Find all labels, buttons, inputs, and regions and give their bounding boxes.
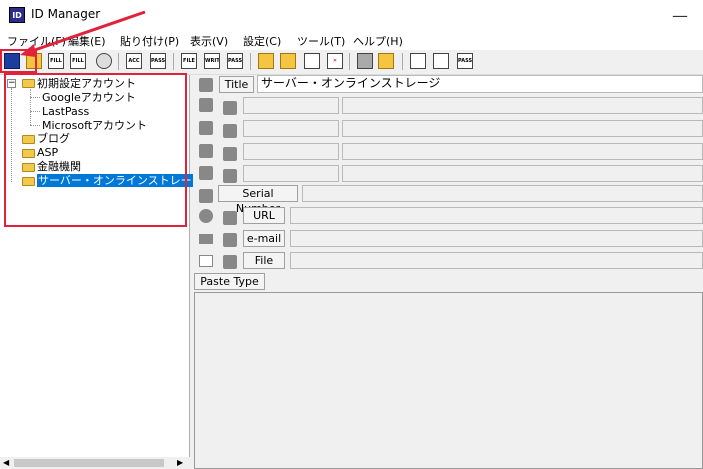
email-button[interactable]: e-mail xyxy=(243,230,285,247)
globe-icon[interactable] xyxy=(199,209,213,223)
menu-help[interactable]: ヘルプ(H) xyxy=(353,33,403,49)
window-up-icon[interactable] xyxy=(410,53,426,69)
serial-number-button[interactable]: Serial Number xyxy=(218,185,298,215)
title-bar xyxy=(0,0,703,30)
paste-icon[interactable] xyxy=(223,169,237,183)
window-edit-icon[interactable] xyxy=(433,53,449,69)
menu-paste[interactable]: 貼り付け(P) xyxy=(120,33,179,49)
extra-label-field-1[interactable] xyxy=(243,143,339,160)
url-button[interactable]: URL xyxy=(243,207,285,224)
new-folder-icon[interactable] xyxy=(258,53,274,69)
mail-icon[interactable] xyxy=(199,234,213,244)
folder-add-icon[interactable] xyxy=(280,53,296,69)
paste-icon[interactable] xyxy=(223,211,237,225)
file-field[interactable] xyxy=(290,252,703,269)
copy-icon[interactable] xyxy=(199,144,213,158)
copy-icon[interactable] xyxy=(199,166,213,180)
extra-label-field-2[interactable] xyxy=(243,165,339,182)
menu-file[interactable]: ファイル(F) xyxy=(7,33,66,49)
menu-settings[interactable]: 設定(C) xyxy=(243,33,281,49)
scroll-right-icon[interactable]: ▶ xyxy=(177,458,183,467)
serial-number-field[interactable] xyxy=(302,185,703,202)
acc-icon[interactable]: ACC xyxy=(126,53,142,69)
pass-write-icon[interactable]: PASS xyxy=(227,53,243,69)
id-label-field[interactable] xyxy=(243,97,339,114)
paste-type-button[interactable]: Paste Type xyxy=(194,273,265,290)
id-value-field[interactable] xyxy=(342,97,703,114)
paste-icon[interactable] xyxy=(223,101,237,115)
swap-icon[interactable] xyxy=(378,53,394,69)
mp-icon[interactable] xyxy=(357,53,373,69)
app-icon: ID xyxy=(9,7,25,23)
fill-icon[interactable]: FILL xyxy=(48,53,64,69)
scroll-left-icon[interactable]: ◀ xyxy=(3,458,9,467)
toolbar-separator xyxy=(402,53,403,70)
title-field[interactable]: サーバー・オンラインストレージ xyxy=(257,75,703,93)
printer-icon[interactable] xyxy=(96,53,112,69)
menu-edit[interactable]: 編集(E) xyxy=(68,33,106,49)
paste-icon[interactable] xyxy=(223,147,237,161)
file-icon[interactable]: FILE xyxy=(181,53,197,69)
memo-area[interactable] xyxy=(194,292,703,469)
toolbar-separator xyxy=(250,53,251,70)
toolbar-separator xyxy=(118,53,119,70)
toolbar-separator xyxy=(173,53,174,70)
menu-view[interactable]: 表示(V) xyxy=(190,33,228,49)
delete-icon[interactable]: ✕ xyxy=(327,53,343,69)
paste-icon[interactable] xyxy=(223,255,237,269)
scrollbar-thumb[interactable] xyxy=(14,459,164,467)
annotation-box-tree xyxy=(4,73,187,227)
pass-window-icon[interactable]: PASS xyxy=(457,53,473,69)
title-label-button[interactable]: Title xyxy=(219,76,254,93)
fill-icon-2[interactable]: FILL xyxy=(70,53,86,69)
file-button[interactable]: File xyxy=(243,252,285,269)
email-field[interactable] xyxy=(290,230,703,247)
write-icon[interactable]: WRITE xyxy=(204,53,220,69)
title-row-icon xyxy=(199,78,213,92)
pass-value-field[interactable] xyxy=(342,120,703,137)
pass-label-field[interactable] xyxy=(243,120,339,137)
note-icon[interactable] xyxy=(199,255,213,267)
extra-value-field-2[interactable] xyxy=(342,165,703,182)
menu-tools[interactable]: ツール(T) xyxy=(297,33,345,49)
minimize-button[interactable]: — xyxy=(672,6,688,25)
copy-icon[interactable] xyxy=(199,98,213,112)
extra-value-field-1[interactable] xyxy=(342,143,703,160)
pass-icon[interactable]: PASS xyxy=(150,53,166,69)
copy-icon[interactable] xyxy=(199,189,213,203)
url-field[interactable] xyxy=(290,207,703,224)
copy-icon[interactable] xyxy=(199,121,213,135)
new-document-icon[interactable] xyxy=(304,53,320,69)
window-title: ID Manager xyxy=(31,7,101,21)
annotation-box-save xyxy=(0,49,37,73)
paste-icon[interactable] xyxy=(223,233,237,247)
paste-icon[interactable] xyxy=(223,124,237,138)
toolbar-separator xyxy=(349,53,350,70)
